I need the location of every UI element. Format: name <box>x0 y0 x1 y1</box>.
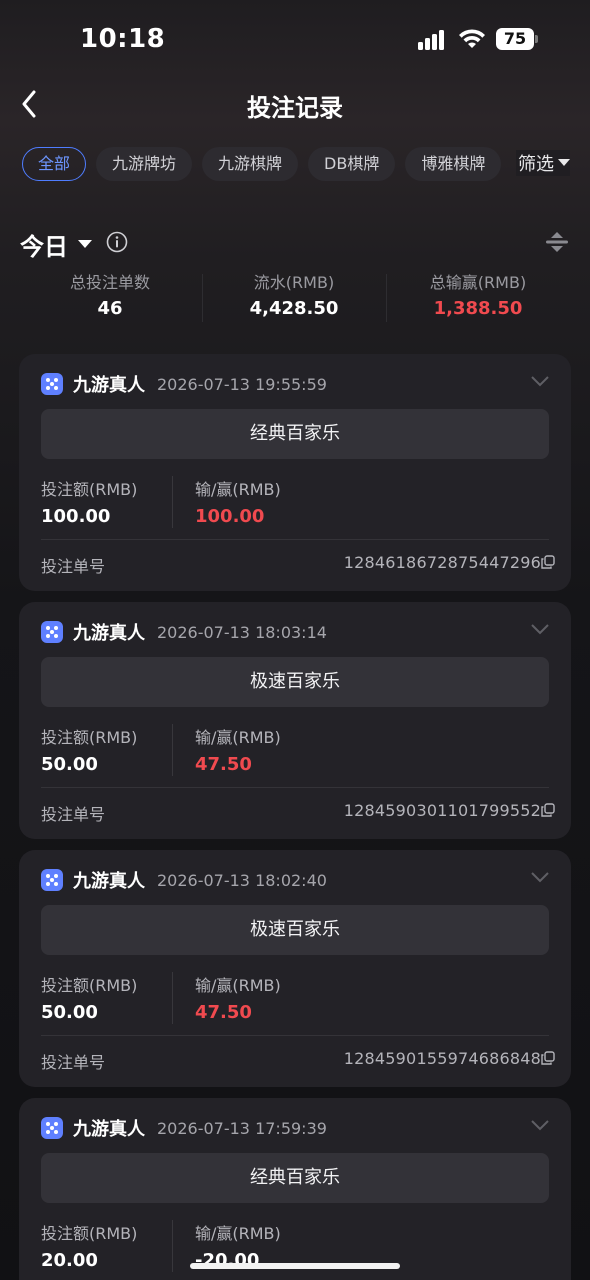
stat-label: 总输赢(RMB) <box>429 273 527 292</box>
home-indicator[interactable] <box>190 1263 400 1269</box>
copy-icon[interactable] <box>541 803 555 817</box>
stat-label: 流水(RMB) <box>253 273 335 292</box>
chevron-down-icon[interactable] <box>531 376 549 387</box>
divider <box>172 724 173 776</box>
dice-icon <box>41 373 63 395</box>
win-loss-label: 输/赢(RMB) <box>195 976 281 995</box>
bet-card[interactable]: 九游真人 2026-07-13 19:55:59 经典百家乐 投注额(RMB) … <box>19 354 571 591</box>
bet-card-header: 九游真人 2026-07-13 18:03:14 <box>41 620 327 644</box>
divider <box>41 1035 549 1036</box>
win-loss-label: 输/赢(RMB) <box>195 728 281 747</box>
filter-button[interactable]: 筛选 <box>516 150 570 176</box>
tab-boya-qipai[interactable]: 博雅棋牌 <box>405 147 502 181</box>
dice-icon <box>41 621 63 643</box>
tab-jiuyou-qipai[interactable]: 九游棋牌 <box>202 147 299 181</box>
tab-db-qipai[interactable]: DB棋牌 <box>308 147 396 181</box>
bet-time: 2026-07-13 18:02:40 <box>157 870 327 890</box>
bet-card-header: 九游真人 2026-07-13 18:02:40 <box>41 868 327 892</box>
amount-value: 50.00 <box>41 1002 98 1023</box>
stat-value: 4,428.50 <box>249 298 339 319</box>
summary-stats: 总投注单数 46 流水(RMB) 4,428.50 总输赢(RMB) 1,388… <box>18 270 570 326</box>
chevron-down-icon[interactable] <box>531 1120 549 1131</box>
win-loss-value: 47.50 <box>195 1002 252 1023</box>
chevron-down-icon[interactable] <box>531 624 549 635</box>
divider <box>41 787 549 788</box>
win-loss: 输/赢(RMB) 47.50 <box>195 972 281 1023</box>
game-name: 极速百家乐 <box>41 657 549 707</box>
game-name: 极速百家乐 <box>41 905 549 955</box>
bet-card-header: 九游真人 2026-07-13 17:59:39 <box>41 1116 327 1140</box>
bet-amount: 投注额(RMB) 50.00 <box>41 724 137 775</box>
page-title: 投注记录 <box>247 94 343 122</box>
amount-label: 投注额(RMB) <box>41 728 138 747</box>
win-loss: 输/赢(RMB) 47.50 <box>195 724 281 775</box>
period-dropdown[interactable]: 今日 <box>20 227 92 262</box>
bet-amount: 投注额(RMB) 20.00 <box>41 1220 137 1271</box>
filter-label: 筛选 <box>518 154 554 175</box>
copy-icon[interactable] <box>541 1051 555 1065</box>
caret-down-icon <box>78 240 92 248</box>
battery-indicator: 75 <box>496 28 534 50</box>
dice-icon <box>41 1117 63 1139</box>
amount-value: 50.00 <box>41 754 98 775</box>
divider <box>172 972 173 1024</box>
period-label: 今日 <box>20 233 68 261</box>
bet-time: 2026-07-13 19:55:59 <box>157 374 327 394</box>
battery-tip <box>535 35 538 43</box>
order-no-value: 1284590155974686848 <box>343 1049 541 1068</box>
bet-time: 2026-07-13 17:59:39 <box>157 1118 327 1138</box>
win-loss-label: 输/赢(RMB) <box>195 480 281 499</box>
info-icon[interactable] <box>106 231 128 253</box>
status-time: 10:18 <box>80 24 166 54</box>
stat-value: 46 <box>97 298 123 319</box>
order-no-value: 1284590301101799552 <box>343 801 541 820</box>
vendor-name: 九游真人 <box>73 871 145 892</box>
bet-amount: 投注额(RMB) 100.00 <box>41 476 137 527</box>
signal-icon <box>418 30 448 50</box>
caret-down-icon <box>558 159 570 166</box>
stat-value: 1,388.50 <box>433 298 523 319</box>
game-name: 经典百家乐 <box>41 1153 549 1203</box>
chevron-down-icon[interactable] <box>531 872 549 883</box>
order-no-label: 投注单号 <box>41 557 106 576</box>
order-no-label: 投注单号 <box>41 805 106 824</box>
dice-icon <box>41 869 63 891</box>
bet-card[interactable]: 九游真人 2026-07-13 18:02:40 极速百家乐 投注额(RMB) … <box>19 850 571 1087</box>
stat-label: 总投注单数 <box>69 273 150 292</box>
stat-total-bets: 总投注单数 46 <box>18 270 202 326</box>
divider <box>172 476 173 528</box>
wifi-icon <box>459 29 485 48</box>
amount-value: 100.00 <box>41 506 111 527</box>
win-loss-value: 100.00 <box>195 506 265 527</box>
order-no-label: 投注单号 <box>41 1053 106 1072</box>
divider <box>172 1220 173 1272</box>
divider <box>41 539 549 540</box>
game-name: 经典百家乐 <box>41 409 549 459</box>
amount-label: 投注额(RMB) <box>41 976 138 995</box>
vendor-name: 九游真人 <box>73 1119 145 1140</box>
copy-icon[interactable] <box>541 555 555 569</box>
amount-label: 投注额(RMB) <box>41 1224 138 1243</box>
win-loss-value: 47.50 <box>195 754 252 775</box>
vendor-name: 九游真人 <box>73 623 145 644</box>
vendor-tabs: 全部 九游牌坊 九游棋牌 DB棋牌 博雅棋牌 <box>22 146 590 182</box>
stat-total-win-loss: 总输赢(RMB) 1,388.50 <box>386 270 570 326</box>
bet-amount: 投注额(RMB) 50.00 <box>41 972 137 1023</box>
vendor-name: 九游真人 <box>73 375 145 396</box>
bet-card[interactable]: 九游真人 2026-07-13 18:03:14 极速百家乐 投注额(RMB) … <box>19 602 571 839</box>
sort-icon[interactable] <box>546 230 568 254</box>
bet-card[interactable]: 九游真人 2026-07-13 17:59:39 经典百家乐 投注额(RMB) … <box>19 1098 571 1280</box>
tab-all[interactable]: 全部 <box>22 147 87 181</box>
status-bar: 10:18 75 <box>0 0 590 80</box>
stat-turnover: 流水(RMB) 4,428.50 <box>202 270 386 326</box>
bet-time: 2026-07-13 18:03:14 <box>157 622 327 642</box>
order-no-value: 1284618672875447296 <box>343 553 541 572</box>
amount-value: 20.00 <box>41 1250 98 1271</box>
amount-label: 投注额(RMB) <box>41 480 138 499</box>
tab-jiuyou-paifang[interactable]: 九游牌坊 <box>96 147 193 181</box>
bet-card-header: 九游真人 2026-07-13 19:55:59 <box>41 372 327 396</box>
win-loss-label: 输/赢(RMB) <box>195 1224 281 1243</box>
win-loss: 输/赢(RMB) 100.00 <box>195 476 281 527</box>
